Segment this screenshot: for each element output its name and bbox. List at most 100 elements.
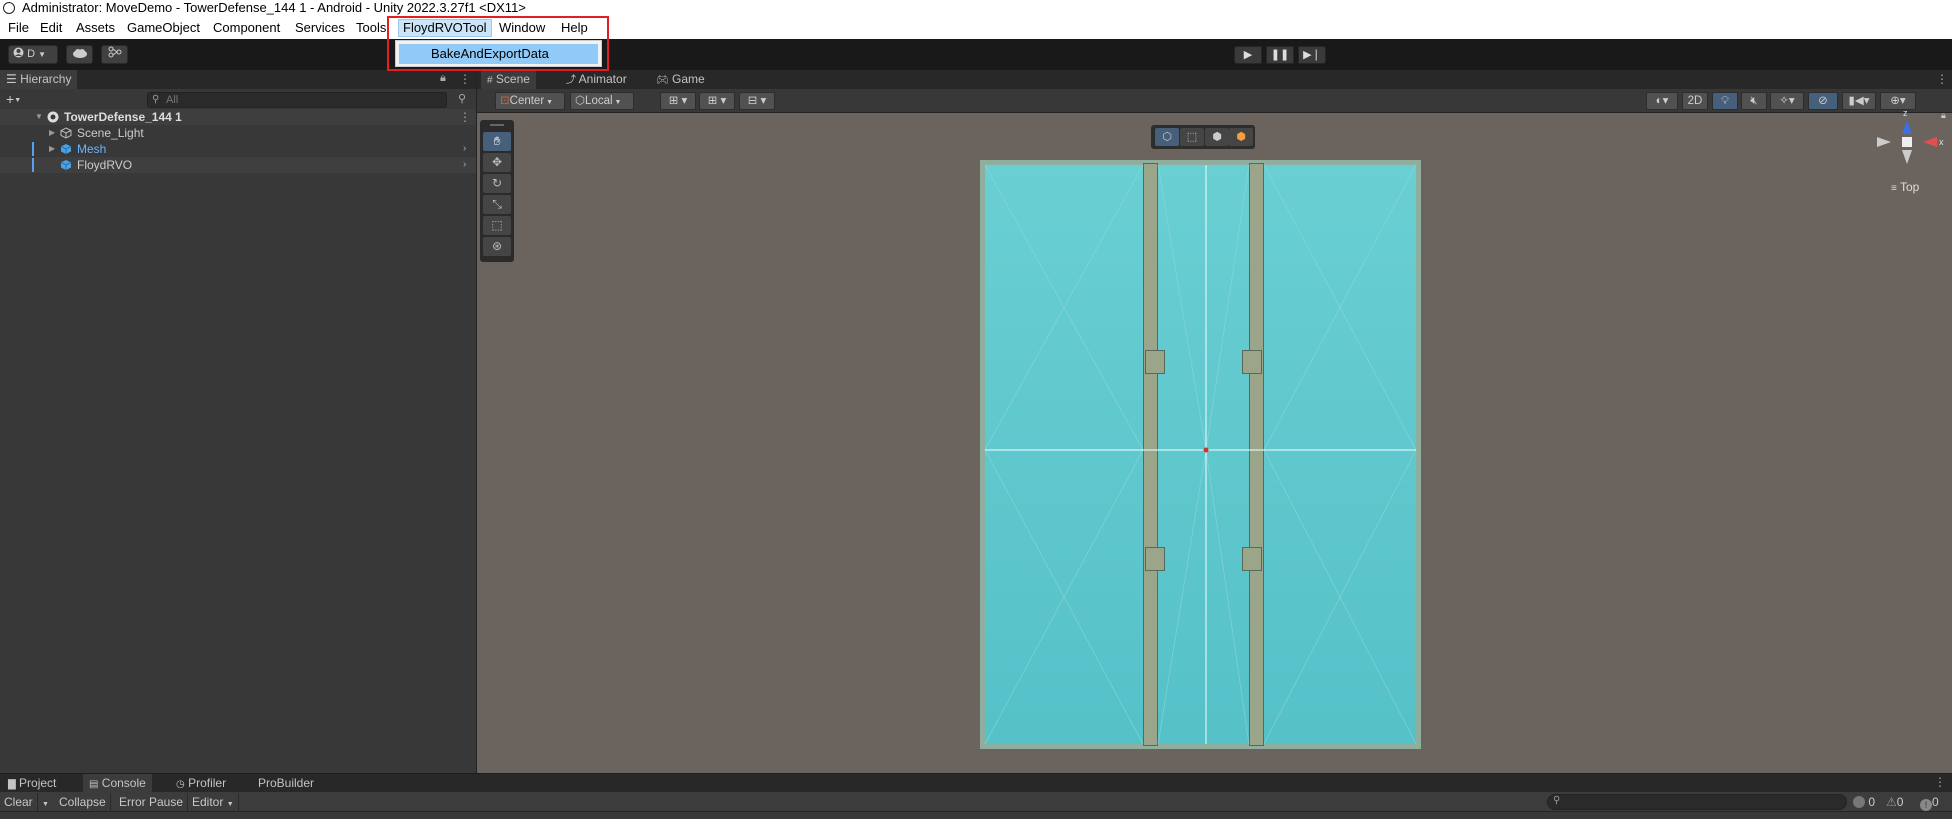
tab-scene[interactable]: # Scene: [481, 70, 536, 89]
error-pause-toggle[interactable]: Error Pause: [115, 793, 189, 811]
pivot-mode-label: Center: [509, 95, 545, 107]
create-button[interactable]: +▼: [6, 91, 21, 109]
hierarchy-item-floydrvo[interactable]: FloydRVO ›: [0, 157, 476, 173]
menu-component[interactable]: Component: [209, 19, 284, 37]
pivot-mode-dropdown[interactable]: ⊡Center ▼: [495, 92, 565, 110]
hierarchy-item-mesh[interactable]: ▶ Mesh ›: [0, 141, 476, 157]
expand-arrow-icon[interactable]: ▶: [49, 125, 55, 141]
log-count: 0: [1868, 795, 1876, 809]
tab-profiler-label: Profiler: [188, 776, 227, 790]
editor-label: Editor: [192, 795, 224, 809]
more-options-icon[interactable]: ⋮: [459, 72, 471, 86]
menu-services[interactable]: Services: [291, 19, 349, 37]
view-label[interactable]: ≡ Top: [1891, 180, 1919, 194]
tab-game-label: Game: [672, 72, 705, 86]
step-icon: ▶❘: [1303, 49, 1321, 61]
menu-tools[interactable]: Tools: [352, 19, 390, 37]
menu-assets[interactable]: Assets: [72, 19, 119, 37]
audio-toggle-button[interactable]: 🔇︎: [1741, 92, 1767, 110]
chevron-down-icon: ▼: [544, 99, 554, 106]
view-mode-mesh[interactable]: ⬢: [1205, 128, 1229, 146]
warning-count-toggle[interactable]: ⚠0: [1886, 794, 1903, 810]
tab-hierarchy[interactable]: ☰ Hierarchy: [0, 70, 78, 89]
console-search-input[interactable]: ⚲: [1547, 794, 1847, 810]
search-icon: ⚲: [1553, 795, 1561, 806]
account-button[interactable]: D ▼: [8, 45, 58, 64]
scene-options-icon[interactable]: ⋮: [459, 109, 471, 125]
pivot-rotation-dropdown[interactable]: ⬡Local ▼: [570, 92, 634, 110]
menu-file[interactable]: File: [4, 19, 33, 37]
menu-edit[interactable]: Edit: [36, 19, 66, 37]
2d-toggle-button[interactable]: 2D: [1682, 92, 1708, 110]
chevron-down-icon: ▼: [14, 97, 22, 104]
hierarchy-item-scene-light[interactable]: ▶ Scene_Light: [0, 125, 476, 141]
increment-snap-button[interactable]: ⊟ ▾: [739, 92, 775, 110]
cloud-icon: [72, 49, 87, 58]
more-options-icon[interactable]: ⋮: [1934, 775, 1946, 789]
move-icon: ✥: [491, 155, 503, 169]
chevron-down-icon: ▼: [612, 99, 622, 106]
editor-dropdown[interactable]: Editor ▼: [188, 793, 239, 811]
menu-gameobject[interactable]: GameObject: [123, 19, 204, 37]
clear-options-dropdown[interactable]: ▼: [38, 793, 53, 811]
hand-tool[interactable]: ✋︎: [483, 132, 511, 151]
view-mode-3d[interactable]: ⬡: [1155, 128, 1179, 146]
expand-arrow-icon[interactable]: ▼: [35, 109, 43, 125]
tab-animator[interactable]: ⤴ Animator: [560, 70, 633, 89]
console-toolbar: Clear ▼ Collapse Error Pause Editor ▼ ⚲ …: [0, 792, 1952, 812]
more-options-icon[interactable]: ⋮: [1936, 72, 1948, 86]
view-mode-probuilder[interactable]: ⬢: [1229, 128, 1253, 146]
lock-icon[interactable]: 🔒︎: [440, 72, 446, 85]
error-count-toggle[interactable]: ! 0: [1920, 794, 1939, 811]
scale-tool[interactable]: ⤡: [483, 195, 511, 214]
pause-button[interactable]: ❚❚: [1266, 46, 1294, 64]
gizmo-lock-icon[interactable]: 🔒︎: [1941, 110, 1946, 120]
tab-project[interactable]: ▇ Project: [2, 774, 62, 792]
rotate-icon: ↻: [491, 176, 503, 190]
orientation-gizmo[interactable]: z x 🔒︎ ≡ Top: [1875, 108, 1947, 198]
menu-bar: File Edit Assets GameObject Component Se…: [0, 16, 1952, 39]
grid-visibility-button[interactable]: ⊞ ▾: [699, 92, 735, 110]
hierarchy-panel: ☰ Hierarchy 🔒︎ ⋮ +▼ ⚲ All ⚲ ▼ TowerDefen…: [0, 70, 477, 773]
hierarchy-item-label: Mesh: [77, 142, 107, 156]
scene-root-row[interactable]: ▼ TowerDefense_144 1 ⋮: [0, 109, 476, 125]
tab-profiler[interactable]: ◷ Profiler: [170, 774, 232, 792]
play-button[interactable]: ▶: [1234, 46, 1262, 64]
main-toolbar: D ▼ ▶ ❚❚ ▶❘: [0, 39, 1952, 70]
clear-label: Clear: [4, 795, 33, 809]
move-tool[interactable]: ✥: [483, 153, 511, 172]
grid-icon: ⊞ ▾: [707, 95, 727, 107]
rect-tool[interactable]: ⬚: [483, 216, 511, 235]
version-control-icon: [108, 46, 121, 58]
grid-snap-button[interactable]: ⊞ ▾: [660, 92, 696, 110]
modified-marker: [32, 142, 34, 156]
lightbulb-icon: 💡︎: [1720, 95, 1730, 107]
collab-button[interactable]: [101, 45, 128, 64]
drag-handle[interactable]: [490, 124, 504, 126]
lighting-toggle-button[interactable]: 💡︎: [1712, 92, 1738, 110]
view-mode-rect[interactable]: ⬚: [1180, 128, 1204, 146]
grid-icon: #: [487, 75, 493, 86]
search-options-icon[interactable]: ⚲: [458, 92, 466, 105]
camera-settings-button[interactable]: ▮◀▾: [1842, 92, 1876, 110]
collapse-toggle[interactable]: Collapse: [55, 793, 111, 811]
expand-arrow-icon[interactable]: ▶: [49, 141, 55, 157]
tab-console[interactable]: ▤ Console: [83, 774, 152, 792]
gameobject-icon: [60, 160, 72, 170]
rotate-tool[interactable]: ↻: [483, 174, 511, 193]
chevron-right-icon[interactable]: ›: [463, 141, 466, 157]
hierarchy-search-input[interactable]: ⚲ All: [147, 92, 447, 108]
tab-scene-label: Scene: [495, 72, 530, 86]
tab-probuilder[interactable]: ProBuilder: [252, 774, 320, 792]
log-count-toggle[interactable]: 0: [1853, 794, 1875, 810]
effects-toggle-button[interactable]: ✧▾: [1770, 92, 1804, 110]
draw-mode-button[interactable]: ◐▾: [1646, 92, 1678, 110]
speaker-icon: 🔇︎: [1750, 95, 1758, 107]
step-button[interactable]: ▶❘: [1298, 46, 1326, 64]
clear-button[interactable]: Clear: [0, 793, 38, 811]
tab-game[interactable]: 🎮︎ Game: [650, 70, 711, 89]
chevron-right-icon[interactable]: ›: [463, 157, 466, 173]
transform-tool[interactable]: ⊛: [483, 237, 511, 256]
cloud-button[interactable]: [66, 45, 93, 64]
scene-visibility-button[interactable]: ⊘: [1808, 92, 1838, 110]
